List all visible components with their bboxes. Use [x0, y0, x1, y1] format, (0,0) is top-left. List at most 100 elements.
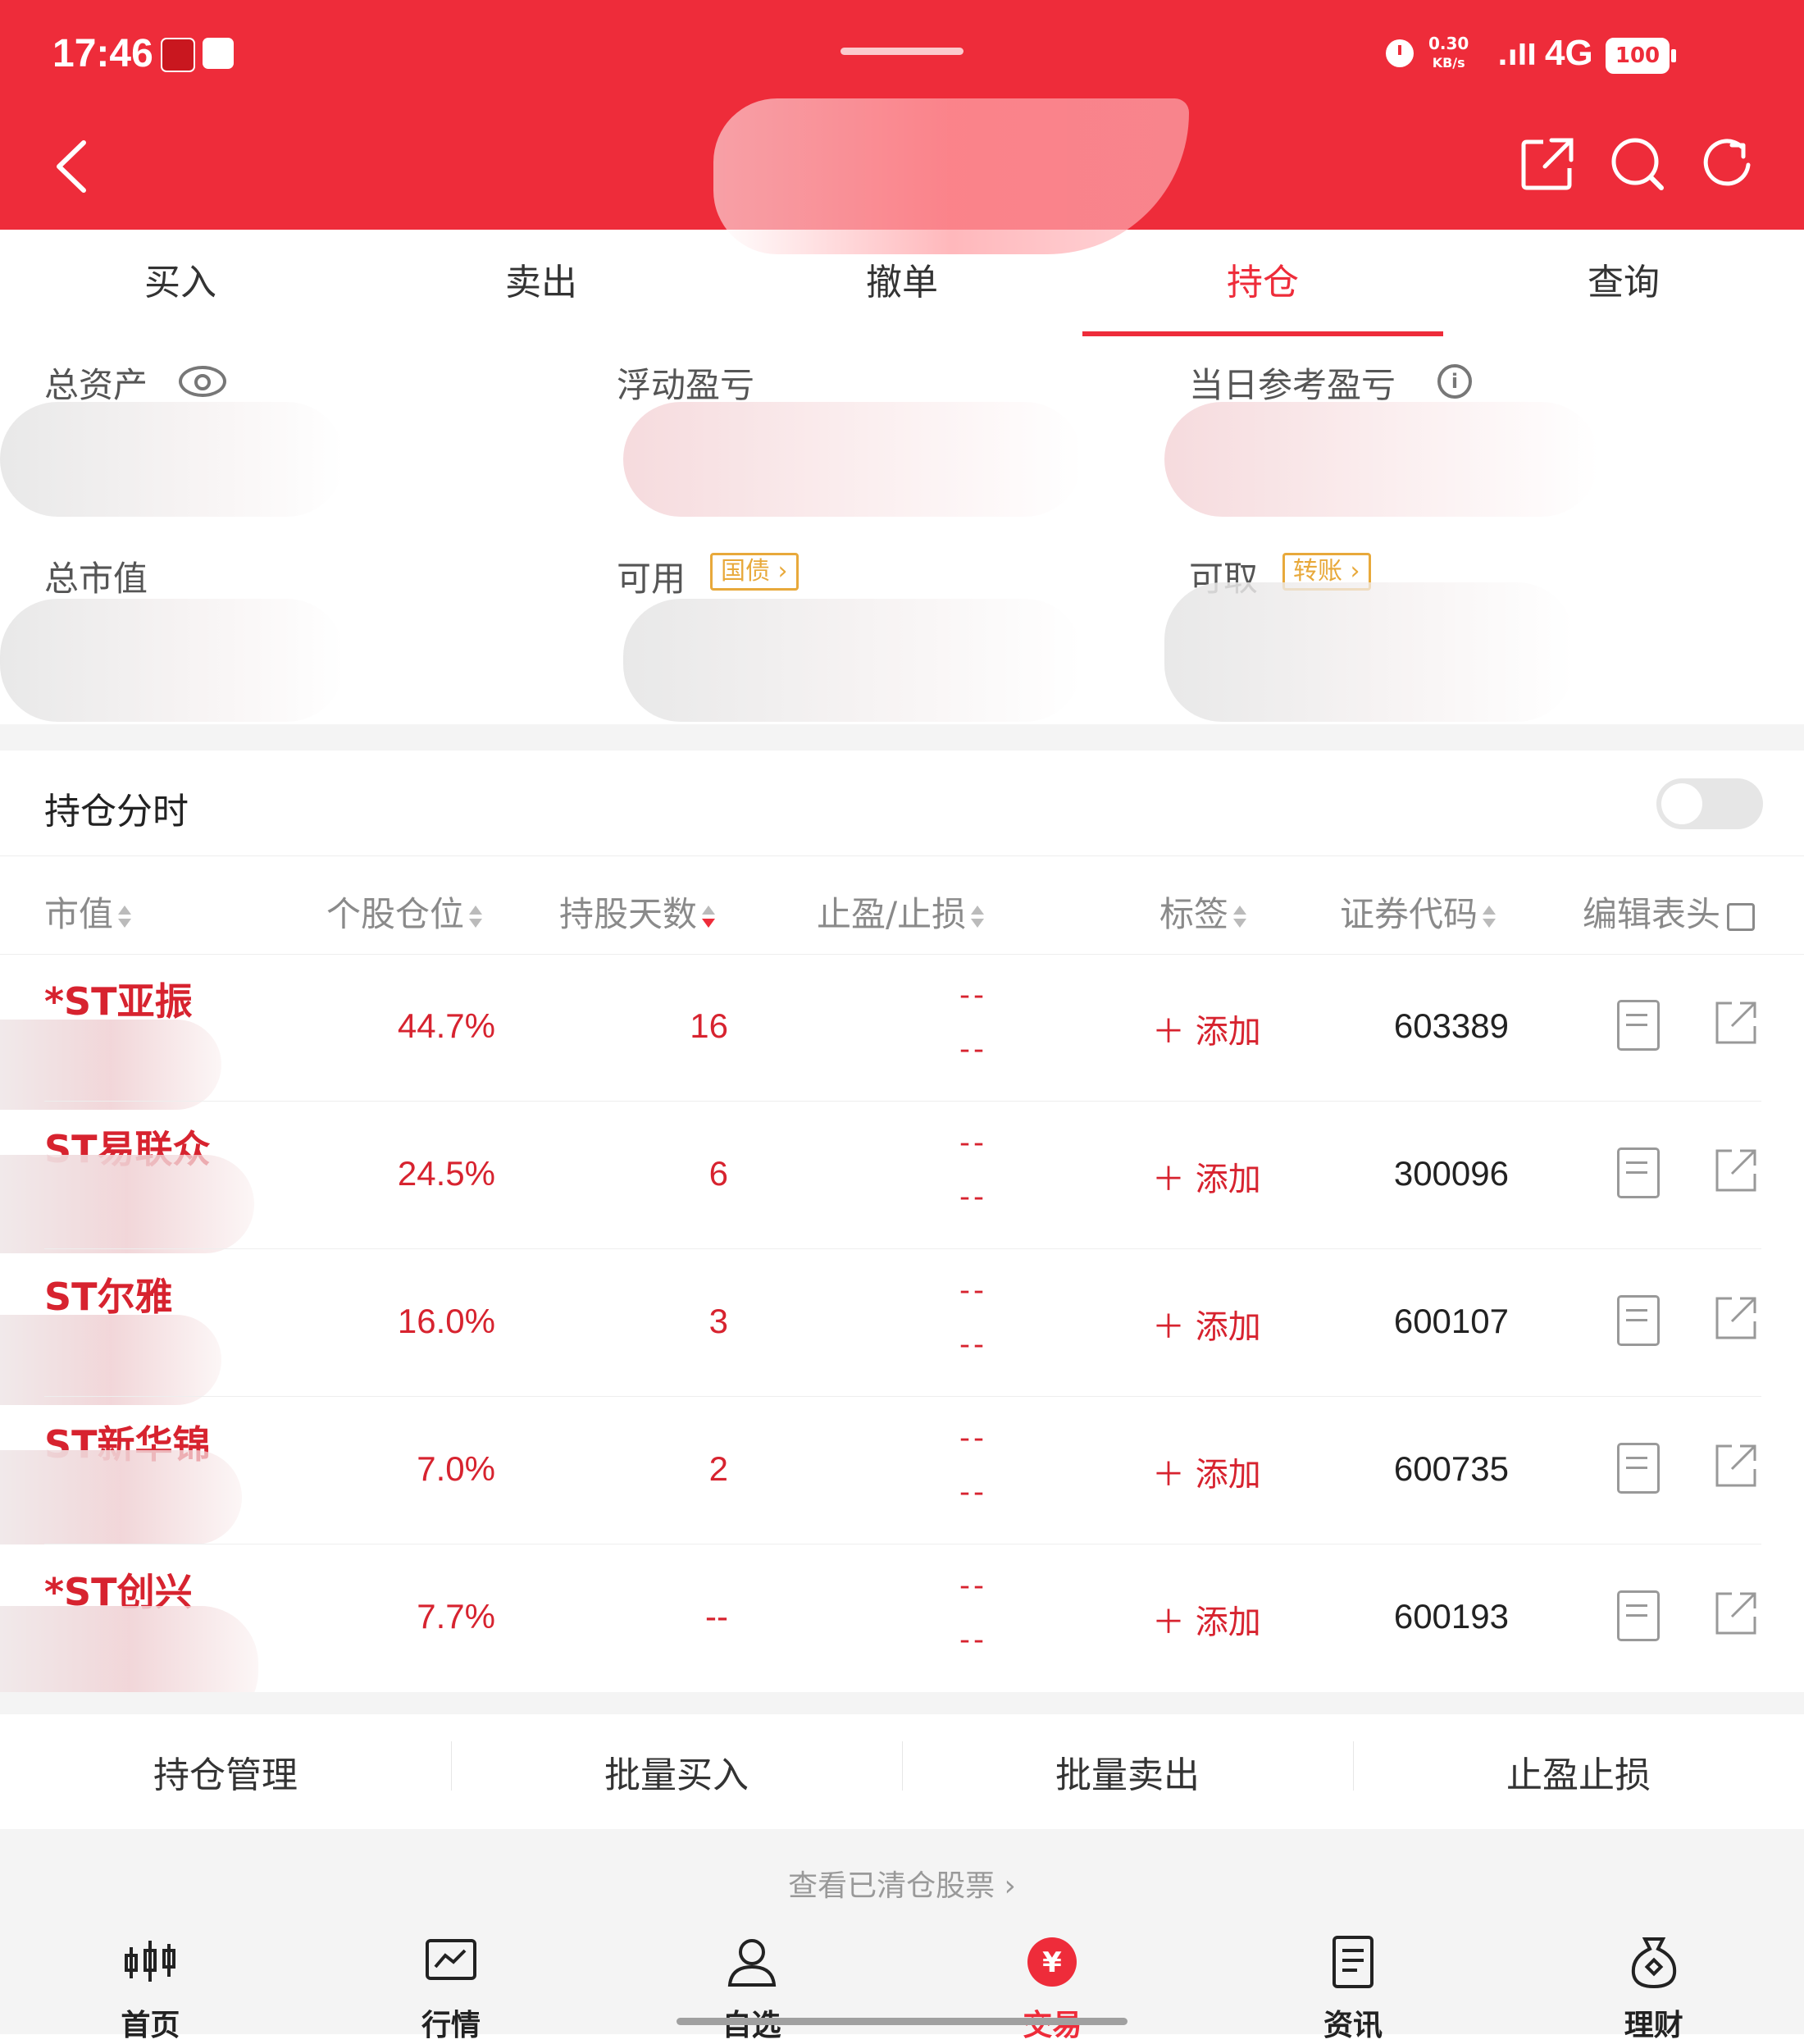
available-label: 可用 [617, 559, 686, 599]
position-timeshare-label: 持仓分时 [44, 791, 189, 833]
section-divider [0, 724, 1804, 751]
col-hold-days[interactable]: 持股天数 [559, 887, 716, 937]
share-icon[interactable] [1519, 135, 1576, 193]
tab-query[interactable]: 查询 [1443, 230, 1804, 336]
note-edit-icon[interactable] [1617, 1000, 1660, 1051]
hold-days: 3 [708, 1302, 728, 1340]
stop-loss: -- [959, 1180, 987, 1214]
col-position-pct[interactable]: 个股仓位 [326, 887, 483, 937]
table-row[interactable]: *ST创兴 7.7% -- -- -- ＋ 添加 600193 [0, 1544, 1804, 1729]
note-edit-icon[interactable] [1617, 1443, 1660, 1494]
batch-buy-button[interactable]: 批量买入 [451, 1741, 902, 1798]
position-manage-button[interactable]: 持仓管理 [0, 1745, 451, 1798]
document-icon [1332, 1936, 1374, 1988]
market-value-redacted [0, 599, 344, 722]
sort-icon [118, 902, 132, 932]
col-market-value[interactable]: 市值 [44, 887, 132, 937]
stop-loss: -- [959, 1623, 987, 1657]
app-notification-icon [203, 38, 234, 69]
nav-market[interactable]: 行情 [301, 1911, 602, 2042]
nav-wealth[interactable]: 理财 [1503, 1911, 1804, 2042]
external-link-icon[interactable] [1712, 1295, 1758, 1341]
position-pct: 24.5% [397, 1154, 495, 1193]
hold-days: -- [705, 1597, 728, 1636]
refresh-icon[interactable] [1699, 135, 1756, 193]
tab-positions[interactable]: 持仓 [1082, 230, 1443, 336]
take-profit: -- [959, 1274, 987, 1307]
section-divider [0, 1692, 1804, 1714]
info-icon[interactable]: i [1437, 364, 1472, 399]
floating-pl-value-redacted [623, 402, 1082, 517]
note-edit-icon[interactable] [1617, 1590, 1660, 1641]
add-tag-button[interactable]: ＋ 添加 [1152, 1005, 1261, 1052]
external-link-icon[interactable] [1712, 1147, 1758, 1193]
app-header: 17:46 0.30 KB/s .ıll 4G 100 [0, 0, 1804, 254]
money-bag-icon [1631, 1937, 1676, 1988]
table-row[interactable]: ST易联众 24.5% 6 -- -- ＋ 添加 300096 [0, 1102, 1804, 1253]
take-profit: -- [959, 1421, 987, 1455]
status-time: 17:46 [52, 32, 153, 75]
tab-buy[interactable]: 买入 [0, 230, 361, 336]
table-row[interactable]: ST尔雅 16.0% 3 -- -- ＋ 添加 600107 [0, 1249, 1804, 1405]
hold-days: 2 [708, 1449, 728, 1488]
security-code: 600107 [1393, 1302, 1509, 1340]
user-icon [727, 1939, 776, 1987]
sort-desc-icon [702, 902, 716, 932]
total-assets-label: 总资产 [44, 365, 148, 405]
search-icon[interactable] [1609, 135, 1666, 193]
tp-sl-button[interactable]: 止盈止损 [1353, 1741, 1804, 1798]
withdrawable-value-redacted [1164, 582, 1574, 722]
floating-pl-label: 浮动盈亏 [617, 365, 755, 405]
tab-cancel-order[interactable]: 撤单 [722, 230, 1082, 336]
daily-pl-value-redacted [1164, 402, 1599, 517]
col-tag[interactable]: 标签 [1159, 887, 1247, 937]
network-type: 4G [1545, 33, 1593, 73]
note-edit-icon[interactable] [1617, 1295, 1660, 1346]
home-indicator[interactable] [676, 2018, 1128, 2025]
nav-watchlist[interactable]: 自选 [601, 1911, 902, 2042]
table-row[interactable]: ST新华锦 7.0% 2 -- -- ＋ 添加 600735 [0, 1397, 1804, 1544]
tab-sell[interactable]: 卖出 [361, 230, 722, 336]
market-value-redacted [0, 1315, 221, 1405]
total-assets-value-redacted [0, 402, 344, 517]
col-tp-sl[interactable]: 止盈/止损 [817, 887, 985, 937]
network-speed: 0.30 KB/s [1428, 34, 1469, 71]
position-pct: 44.7% [397, 1006, 495, 1045]
drag-handle[interactable] [840, 48, 963, 55]
daily-pl-label: 当日参考盈亏 [1189, 365, 1396, 405]
treasury-bond-button[interactable]: 国债 › [710, 553, 799, 591]
back-icon[interactable] [51, 138, 92, 195]
eye-icon[interactable] [179, 366, 226, 397]
nav-home[interactable]: 首页 [0, 1911, 301, 2042]
external-link-icon[interactable] [1712, 1443, 1758, 1489]
note-edit-icon[interactable] [1617, 1147, 1660, 1198]
position-timeshare-toggle[interactable] [1656, 778, 1763, 829]
external-link-icon[interactable] [1712, 1590, 1758, 1636]
stock-app-notification-icon [161, 38, 195, 72]
table-row[interactable]: *ST亚振 44.7% 16 -- -- ＋ 添加 603389 [0, 954, 1804, 1110]
take-profit: -- [959, 979, 987, 1012]
security-code: 300096 [1393, 1154, 1509, 1193]
add-tag-button[interactable]: ＋ 添加 [1152, 1152, 1261, 1200]
batch-sell-button[interactable]: 批量卖出 [902, 1741, 1353, 1798]
external-link-icon[interactable] [1712, 1000, 1758, 1046]
view-cleared-stocks-link[interactable]: 查看已清仓股票 › [0, 1862, 1804, 1905]
position-actions: 持仓管理 批量买入 批量卖出 止盈止损 [0, 1714, 1804, 1829]
yen-icon: ¥ [1027, 1937, 1077, 1987]
stock-name: ST尔雅 [44, 1275, 173, 1319]
stop-loss: -- [959, 1476, 987, 1509]
take-profit: -- [959, 1126, 987, 1160]
add-tag-button[interactable]: ＋ 添加 [1152, 1300, 1261, 1348]
nav-home-label: 首页 [121, 2009, 180, 2042]
col-security-code[interactable]: 证券代码 [1340, 887, 1496, 937]
sort-icon [469, 902, 483, 932]
hold-days: 16 [690, 1006, 728, 1045]
stop-loss: -- [959, 1033, 987, 1066]
nav-news[interactable]: 资讯 [1203, 1911, 1504, 2042]
nav-trade[interactable]: ¥ 交易 [902, 1911, 1203, 2042]
signal-icon: .ıll [1497, 39, 1537, 72]
add-tag-button[interactable]: ＋ 添加 [1152, 1595, 1261, 1643]
add-tag-button[interactable]: ＋ 添加 [1152, 1448, 1261, 1495]
edit-header-button[interactable]: 编辑表头 [1583, 887, 1756, 937]
nav-news-label: 资讯 [1323, 2009, 1383, 2042]
